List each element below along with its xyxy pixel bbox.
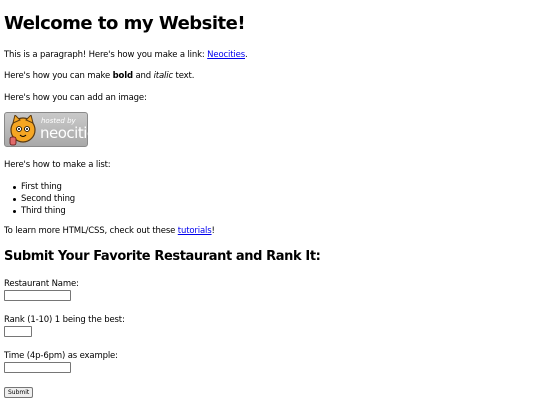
example-list: First thing Second thing Third thing [13, 181, 75, 217]
neocities-cat-icon [9, 115, 36, 146]
paragraph-text: This is a paragraph! Here's how you make… [4, 50, 208, 60]
paragraph-text-mid: and [132, 71, 154, 81]
list-item: Third thing [13, 205, 75, 217]
page-title: Welcome to my Website! [4, 13, 246, 34]
paragraph-link: This is a paragraph! Here's how you make… [4, 50, 248, 61]
badge-brand-text: neocities [40, 124, 103, 142]
paragraph-list-intro: Here's how to make a list: [4, 160, 111, 170]
tutorials-link[interactable]: tutorials [178, 226, 212, 236]
paragraph-tutorials: To learn more HTML/CSS, check out these … [4, 226, 215, 237]
paragraph-text-end: ! [211, 226, 215, 236]
form-heading: Submit Your Favorite Restaurant and Rank… [4, 249, 321, 264]
bold-text: bold [112, 71, 133, 81]
paragraph-image-intro: Here's how you can add an image: [4, 93, 147, 103]
submit-button[interactable]: Submit [4, 387, 34, 398]
paragraph-text: To learn more HTML/CSS, check out these [4, 226, 178, 236]
paragraph-text-end: text. [173, 71, 195, 81]
paragraph-formatting: Here's how you can make bold and italic … [4, 71, 194, 82]
hosted-by-neocities-badge[interactable]: hosted by neocities [4, 112, 103, 147]
time-input[interactable] [4, 362, 71, 373]
rank-input[interactable] [4, 326, 32, 337]
rank-label: Rank (1-10) 1 being the best: [4, 315, 125, 325]
restaurant-name-input[interactable] [4, 290, 71, 301]
list-item: Second thing [13, 193, 75, 205]
italic-text: italic [153, 71, 174, 81]
paragraph-text-end: . [245, 50, 248, 60]
neocities-link[interactable]: Neocities [207, 50, 245, 60]
paragraph-text: Here's how you can make [4, 71, 113, 81]
time-label: Time (4p-6pm) as example: [4, 351, 118, 361]
restaurant-name-label: Restaurant Name: [4, 279, 79, 289]
list-item: First thing [13, 181, 75, 193]
